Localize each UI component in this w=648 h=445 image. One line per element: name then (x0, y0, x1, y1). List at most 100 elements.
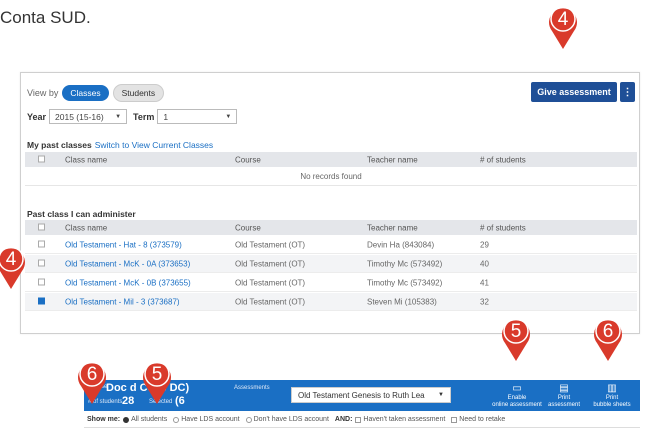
students-count-cell: 29 (480, 240, 489, 249)
column-header-students[interactable]: # of students (480, 223, 526, 232)
class-panel: View by Classes Students Give assessment… (20, 72, 640, 334)
callout-number: 5 (151, 364, 163, 385)
action-sublabel: bubble sheets (593, 402, 631, 408)
view-by-students-button[interactable]: Students (112, 84, 165, 102)
radio-label: Have LDS account (181, 416, 240, 423)
select-all-checkbox[interactable] (38, 223, 45, 232)
checkbox-label: Haven't taken assessment (363, 416, 446, 423)
and-label: AND: (334, 416, 353, 423)
course-cell: Old Testament (OT) (235, 278, 306, 287)
assessments-label: Assessments (234, 385, 270, 391)
chevron-down-icon: ▼ (438, 392, 444, 398)
teacher-cell: Steven Mi (105383) (367, 297, 437, 306)
action-sublabel: online assessment (492, 402, 542, 408)
table-row[interactable]: Old Testament - McK - 0B (373655) Old Te… (25, 274, 637, 292)
table-row[interactable]: Old Testament - Mil - 3 (373687) Old Tes… (25, 293, 637, 311)
row-checkbox[interactable] (38, 240, 45, 249)
column-header-class-name[interactable]: Class name (65, 155, 107, 164)
more-options-button[interactable]: ⋮ (620, 82, 635, 102)
column-header-course[interactable]: Course (235, 155, 261, 164)
radio-no-lds-account[interactable]: Don't have LDS account (245, 416, 329, 423)
students-count-cell: 40 (480, 259, 489, 268)
radio-all-students[interactable]: All students (123, 416, 167, 423)
column-header-course[interactable]: Course (235, 223, 261, 232)
row-checkbox[interactable] (38, 278, 45, 287)
column-header-students[interactable]: # of students (480, 155, 526, 164)
year-label: Year (27, 111, 47, 122)
teacher-cell: Devin Ha (843084) (367, 240, 435, 249)
filters-row: Year 2015 (15-16) ▼ Term 1 ▼ (27, 109, 238, 124)
past-classes-title-text: My past classes (27, 140, 92, 150)
column-header-class-name[interactable]: Class name (65, 223, 107, 232)
callout-number: 4 (5, 249, 17, 270)
callout-marker: 6 (591, 316, 625, 362)
table-row[interactable]: Old Testament - McK - 0A (373653) Old Te… (25, 255, 637, 273)
view-by-label: View by (27, 88, 59, 98)
intro-text: Conta SUD. (0, 8, 91, 27)
switch-current-classes-link[interactable]: Switch to View Current Classes (95, 140, 213, 150)
course-cell: Old Testament (OT) (235, 297, 306, 306)
students-value: 28 (122, 395, 135, 407)
radio-label: Don't have LDS account (253, 416, 329, 423)
show-me-label: Show me: (87, 416, 121, 423)
assessment-select[interactable]: Old Testament Genesis to Ruth Lea ▼ (291, 387, 451, 403)
callout-marker: 5 (140, 359, 174, 405)
empty-message: No records found (25, 168, 637, 186)
print-assessment-button[interactable]: ▤ Print assessment (539, 382, 589, 409)
view-by-toggle: View by Classes Students (27, 84, 165, 102)
teacher-cell: Timothy Mc (573492) (367, 259, 443, 268)
row-checkbox[interactable] (38, 297, 45, 306)
year-select[interactable]: 2015 (15-16) ▼ (49, 109, 128, 124)
monitor-icon: ▭ (512, 383, 522, 394)
callout-number: 4 (557, 9, 569, 30)
action-label: Print (605, 395, 619, 401)
past-classes-title: My past classes Switch to View Current Cl… (27, 140, 213, 150)
year-value: 2015 (15-16) (55, 111, 104, 122)
action-sublabel: assessment (547, 402, 580, 408)
callout-marker: 6 (75, 359, 109, 405)
callout-number: 6 (86, 364, 98, 385)
action-label: Print (557, 395, 571, 401)
callout-marker: 4 (0, 244, 28, 290)
radio-have-lds-account[interactable]: Have LDS account (173, 416, 240, 423)
class-name-link[interactable]: Old Testament - McK - 0A (373653) (65, 259, 190, 268)
chevron-down-icon: ▼ (115, 113, 122, 120)
selected-value: (6 (175, 395, 185, 407)
students-count-cell: 32 (480, 297, 489, 306)
course-cell: Old Testament (OT) (235, 240, 306, 249)
term-label: Term (133, 111, 155, 122)
action-label: Enable (507, 395, 527, 401)
callout-number: 6 (602, 321, 614, 342)
checkbox-need-retake[interactable]: Need to retake (451, 416, 505, 423)
past-classes-header: Class name Course Teacher name # of stud… (25, 152, 637, 167)
assessment-value: Old Testament Genesis to Ruth Lea (298, 390, 425, 400)
callout-number: 5 (510, 321, 522, 342)
bubble-sheet-icon: ▥ (607, 383, 617, 394)
row-checkbox[interactable] (38, 259, 45, 268)
admin-classes-title: Past class I can administer (27, 209, 136, 219)
course-cell: Old Testament (OT) (235, 259, 306, 268)
print-bubble-sheets-button[interactable]: ▥ Print bubble sheets (587, 382, 637, 409)
admin-classes-header: Class name Course Teacher name # of stud… (25, 220, 637, 235)
enable-online-assessment-button[interactable]: ▭ Enable online assessment (492, 382, 542, 409)
select-all-checkbox[interactable] (38, 155, 45, 164)
checkbox-label: Need to retake (459, 416, 506, 423)
class-name-link[interactable]: Old Testament - Mil - 3 (373687) (65, 297, 180, 306)
show-me-filters: Show me: All students Have LDS account D… (84, 412, 640, 428)
term-select[interactable]: 1 ▼ (157, 109, 238, 124)
view-by-classes-button[interactable]: Classes (62, 85, 109, 101)
radio-label: All students (131, 416, 168, 423)
teacher-cell: Timothy Mc (573492) (367, 278, 443, 287)
column-header-teacher[interactable]: Teacher name (367, 155, 418, 164)
give-assessment-button[interactable]: Give assessment (531, 82, 617, 102)
term-value: 1 (163, 111, 169, 122)
checkbox-not-taken[interactable]: Haven't taken assessment (355, 416, 445, 423)
callout-marker: 5 (499, 316, 533, 362)
column-header-teacher[interactable]: Teacher name (367, 223, 418, 232)
document-icon: ▤ (559, 383, 569, 394)
chevron-down-icon: ▼ (225, 113, 232, 120)
class-name-link[interactable]: Old Testament - Hat - 8 (373579) (65, 240, 182, 249)
class-name-link[interactable]: Old Testament - McK - 0B (373655) (65, 278, 191, 287)
table-row[interactable]: Old Testament - Hat - 8 (373579) Old Tes… (25, 236, 637, 254)
callout-marker: 4 (546, 4, 580, 50)
